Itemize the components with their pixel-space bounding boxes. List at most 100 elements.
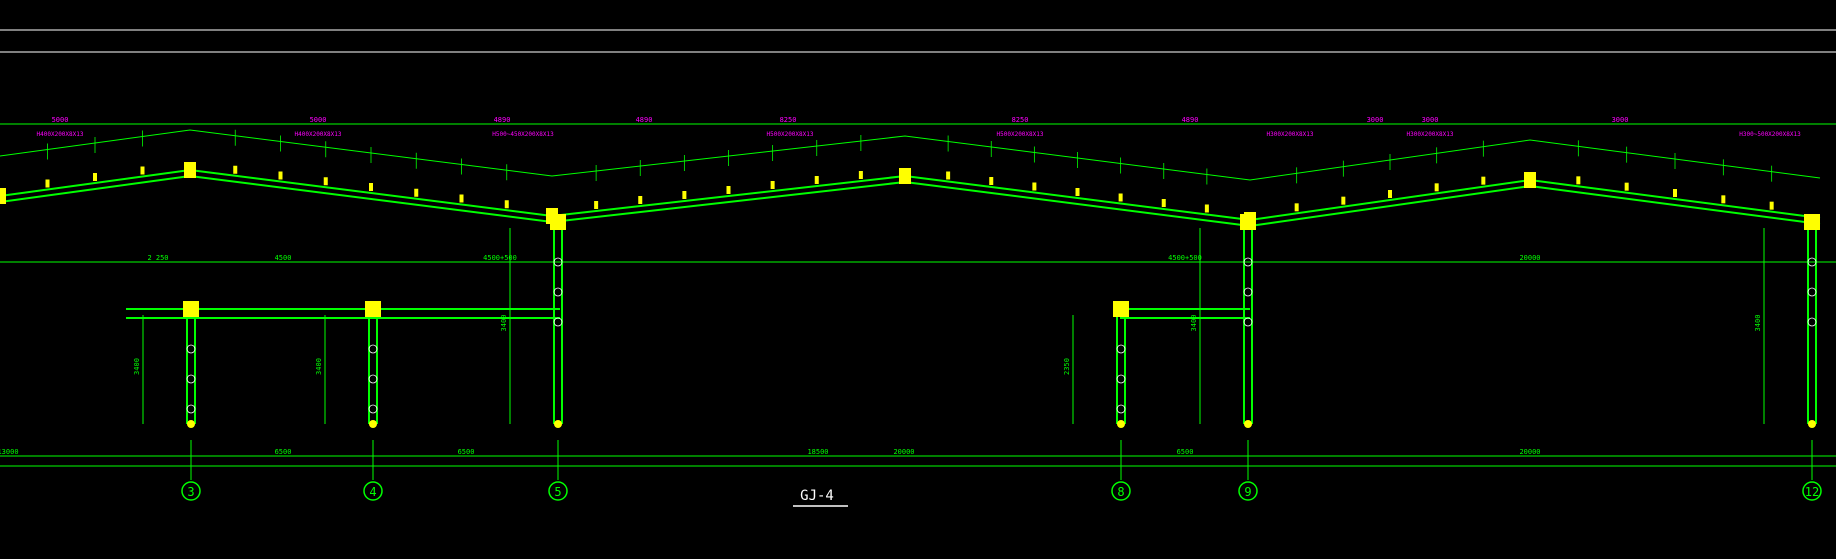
grid-axis-label: 9 [1244,485,1251,499]
column-base-node [187,420,195,428]
bottom-dimension-label: 6500 [458,448,475,456]
bottom-dimension-label: 6500 [275,448,292,456]
purlin-mark [1294,203,1299,212]
top-dimension-texts: 5000 5000 4890 4890 8250 8250 4890 3000 3000 3000 [52,116,1629,124]
purlin-mark [1721,195,1726,204]
purlin-mark [1161,199,1166,207]
grid-axis-9: 9 [1238,440,1258,501]
callout-bubble [186,374,196,384]
grid-axis-label: 8 [1117,485,1124,499]
grid-axis-label: 5 [554,485,561,499]
purlin-mark [278,171,283,180]
rafter-node [0,188,6,204]
section-note: H400X200X8X13 [295,131,342,138]
column-top-node [1240,214,1256,230]
grid-axis-label: 12 [1805,485,1819,499]
top-dimension-label: 5000 [310,116,327,124]
column-top-node [1804,214,1820,230]
purlin-mark [946,171,951,180]
section-note: H500X200X8X13 [767,131,814,138]
section-note: H500X200X8X13 [997,131,1044,138]
callout-bubble [368,404,378,414]
mezzanine-beams [126,308,1250,319]
mid-dimension-label: 4500 [275,254,292,262]
column-base-node [554,420,562,428]
callout-bubble [368,374,378,384]
column: 3400 [500,214,566,428]
purlin-mark [1032,182,1037,191]
mid-dimension-label: 20000 [1519,254,1540,262]
column: 3400 [1190,214,1256,428]
purlin-mark [1118,193,1123,202]
purlin-mark [140,166,145,175]
purlin-mark [814,176,819,184]
section-notes: H400X200X8X13 H400X200X8X13 H500~450X200X8… [37,131,1802,138]
columns: 3400 3400 3400 2350 3400 3400 [133,214,1820,428]
top-dimension-label: 8250 [780,116,797,124]
purlin-mark [1624,182,1629,191]
column: 3400 [315,301,381,428]
column-base-node [1808,420,1816,428]
section-note: H300X200X8X13 [1267,131,1314,138]
column-height-label: 3400 [133,358,141,375]
grid-axes: 3 4 5 8 9 12 [181,440,1822,501]
grid-axis-3: 3 [181,440,201,501]
column-base-node [1244,420,1252,428]
bottom-dimension-label: 20000 [1519,448,1540,456]
column-top-node [550,214,566,230]
purlin-mark [770,181,775,189]
purlin-mark [682,191,687,199]
column-base-node [1117,420,1125,428]
purlin-mark [726,186,731,194]
purlin-mark [638,196,643,204]
purlin-mark [1341,196,1346,205]
purlin-mark [45,179,50,188]
column-height-label: 3400 [315,358,323,375]
callout-bubble [186,344,196,354]
top-dimension-label: 4890 [636,116,653,124]
section-note: H500~450X200X8X13 [492,131,554,138]
section-note: H300X200X8X13 [1407,131,1454,138]
callout-bubble [186,404,196,414]
column-height-label: 3400 [1190,315,1198,332]
purlin-mark [1673,189,1677,197]
mid-dimension-label: 2 250 [147,254,168,262]
column-height-label: 2350 [1063,358,1071,375]
column-height-label: 3400 [500,315,508,332]
section-note: H400X200X8X13 [37,131,84,138]
purlin-mark [858,171,863,179]
column-base-node [369,420,377,428]
purlin-mark [93,173,97,181]
purlin-mark [233,165,238,174]
top-dimension-label: 5000 [52,116,69,124]
grid-axis-8: 8 [1111,440,1131,501]
purlin-mark [369,183,373,191]
purlin-mark [1388,190,1392,198]
grid-axis-5: 5 [548,440,568,501]
column: 3400 [1754,214,1820,428]
purlin-mark [989,177,994,185]
grid-axis-12: 12 [1802,440,1822,501]
callout-bubble [368,344,378,354]
top-dimension-label: 4890 [1182,116,1199,124]
purlin-mark [1204,204,1209,213]
column-height-label: 3400 [1754,315,1762,332]
mid-dimension-label: 4500+500 [483,254,517,262]
callout-bubble [1243,317,1253,327]
column-top-node [183,301,199,317]
grid-axis-label: 4 [369,485,376,499]
purlin-mark [414,188,419,197]
column: 3400 [133,301,199,428]
purlin-mark [1075,188,1080,196]
mid-dimension-texts: 2 250 4500 4500+500 4500+500 20000 [147,254,1540,262]
callout-bubble [553,287,563,297]
bottom-dimension-texts: 13000 6500 6500 18500 20000 6500 20000 [0,448,1541,456]
callout-bubble [1807,287,1817,297]
mid-dimension-label: 4500+500 [1168,254,1202,262]
purlin-mark [459,194,464,203]
callout-bubble [1807,317,1817,327]
section-note: H300~500X200X8X13 [1739,131,1801,138]
callout-bubble [1116,404,1126,414]
purlin-mark [594,201,599,209]
rafter-node [899,168,911,184]
